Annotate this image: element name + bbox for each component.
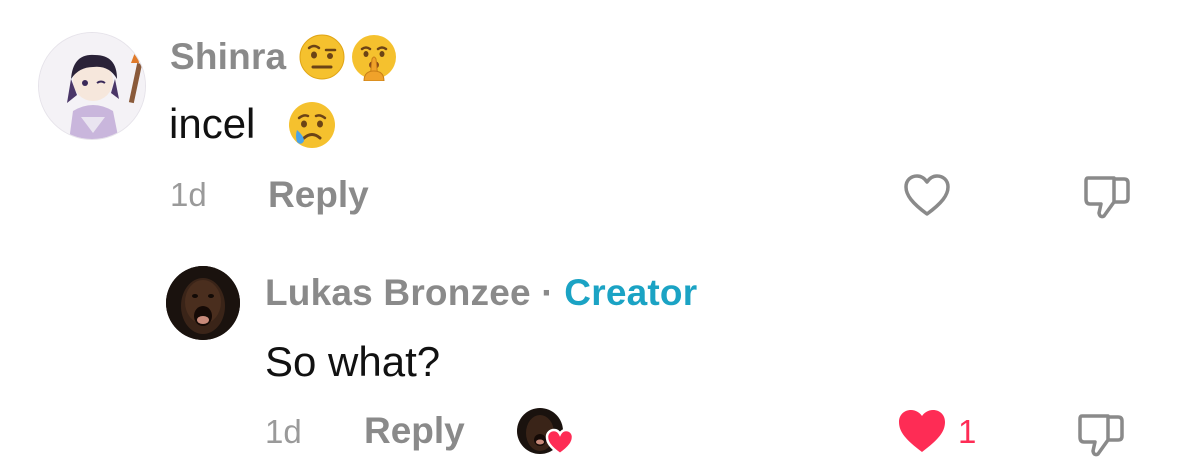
- reply-avatar[interactable]: [166, 266, 240, 340]
- heart-filled-icon: [899, 410, 945, 452]
- creator-liked-badge: [517, 406, 577, 458]
- creator-badge: Creator: [564, 272, 698, 313]
- reply-like-button[interactable]: [896, 407, 948, 460]
- anime-character-avatar-image: [39, 33, 145, 139]
- crying-face-emoji-icon: [287, 100, 337, 155]
- separator-dot: ·: [541, 272, 554, 313]
- creator-avatar-image: [166, 266, 240, 340]
- shushing-face-emoji-icon: [350, 33, 398, 86]
- comment-dislike-button[interactable]: [1082, 172, 1132, 225]
- dislike-icon: [1084, 176, 1130, 219]
- comment-timestamp: 1d: [170, 176, 207, 213]
- comment-reply-button[interactable]: Reply: [268, 174, 369, 216]
- raised-eyebrow-emoji-icon: [299, 34, 345, 85]
- comment-like-button[interactable]: [902, 172, 952, 223]
- reply-reply-button[interactable]: Reply: [364, 410, 465, 452]
- reply-timestamp: 1d: [265, 413, 302, 450]
- commenter-avatar[interactable]: [38, 32, 146, 140]
- reply-text: So what?: [265, 338, 441, 385]
- comment-text: incel: [169, 100, 256, 147]
- comment-username[interactable]: Shinra: [170, 36, 286, 78]
- reply-username-line: Lukas Bronzee · Creator: [265, 272, 697, 314]
- reply-dislike-button[interactable]: [1076, 410, 1126, 463]
- dislike-icon: [1078, 414, 1124, 457]
- reply-like-count: 1: [958, 413, 977, 450]
- reply-username[interactable]: Lukas Bronzee: [265, 272, 531, 313]
- heart-filled-small-icon: [545, 428, 575, 456]
- heart-outline-icon: [904, 174, 950, 216]
